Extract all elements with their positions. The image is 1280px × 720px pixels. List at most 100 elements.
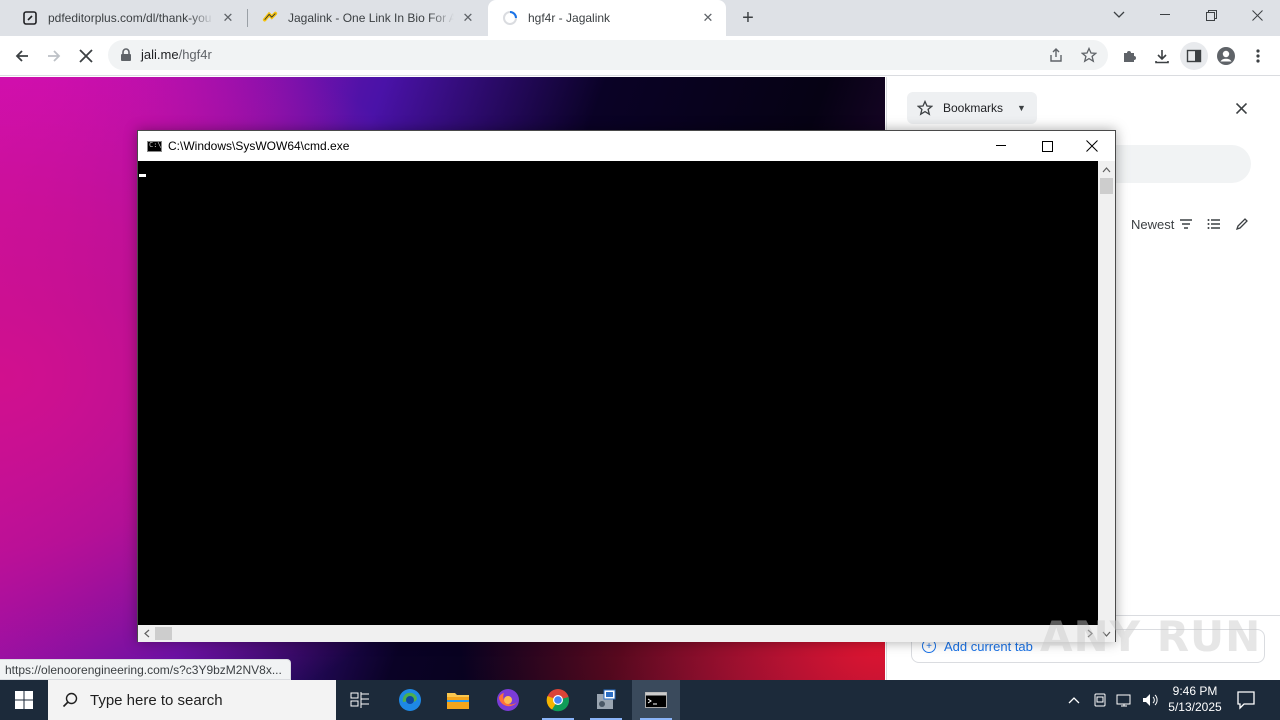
side-panel-button[interactable] <box>1180 42 1208 70</box>
tab-pdfeditor[interactable]: pdfeditorplus.com/dl/thank-you ✕ <box>8 0 246 36</box>
forward-button[interactable] <box>40 42 68 70</box>
volume-icon[interactable] <box>1142 692 1160 708</box>
more-vert-icon <box>1256 49 1260 63</box>
network-icon[interactable] <box>1116 692 1134 708</box>
restore-button[interactable] <box>1188 0 1234 30</box>
extensions-button[interactable] <box>1116 42 1144 70</box>
cmd-window[interactable]: C:\Windows\SysWOW64\cmd.exe <box>137 130 1116 642</box>
taskbar-chrome[interactable] <box>534 680 582 720</box>
share-icon[interactable] <box>1048 47 1064 63</box>
restore-icon <box>1205 9 1217 21</box>
maximize-icon <box>1041 140 1053 152</box>
close-window-button[interactable] <box>1234 0 1280 30</box>
taskbar-file-explorer[interactable] <box>434 680 482 720</box>
notification-icon[interactable] <box>1236 690 1256 710</box>
edge-icon <box>399 689 421 711</box>
taskbar-search-placeholder: Type here to search <box>90 691 223 709</box>
windows-logo-icon <box>15 691 33 709</box>
lock-icon[interactable] <box>120 48 132 62</box>
back-arrow-icon <box>15 50 28 62</box>
stop-icon <box>79 49 93 63</box>
cmd-icon <box>645 692 667 708</box>
search-icon <box>62 692 78 708</box>
task-view-button[interactable] <box>336 680 384 720</box>
jagalink-icon <box>262 10 278 26</box>
close-icon <box>1235 102 1247 114</box>
tab-search-button[interactable] <box>1096 0 1142 30</box>
text-cursor <box>139 174 146 177</box>
sort-icon[interactable] <box>1179 217 1193 231</box>
taskbar-installer-app[interactable] <box>582 680 630 720</box>
stop-loading-button[interactable] <box>72 42 100 70</box>
task-view-icon <box>350 692 369 708</box>
cmd-title-bar[interactable]: C:\Windows\SysWOW64\cmd.exe <box>138 131 1115 161</box>
forward-arrow-icon <box>48 50 61 62</box>
close-tab-icon[interactable]: ✕ <box>220 10 236 26</box>
loading-icon <box>502 10 518 26</box>
url-path: /hgf4r <box>178 47 212 62</box>
taskbar-search-box[interactable]: Type here to search <box>48 680 336 720</box>
pdf-editor-icon <box>22 10 38 26</box>
star-icon <box>917 100 933 116</box>
chevron-down-icon <box>1113 11 1125 18</box>
cmd-console-area[interactable] <box>138 161 1098 625</box>
chrome-menu-button[interactable] <box>1244 42 1272 70</box>
browser-toolbar: jali.me/hgf4r <box>0 36 1280 76</box>
close-tab-icon[interactable]: ✕ <box>460 10 476 26</box>
new-tab-button[interactable]: + <box>736 6 760 30</box>
clock-time: 9:46 PM <box>1172 684 1218 698</box>
tab-strip: pdfeditorplus.com/dl/thank-you ✕ Jagalin… <box>0 0 1280 36</box>
close-icon <box>1251 9 1263 21</box>
scroll-left-icon[interactable] <box>138 625 155 642</box>
vertical-scroll-thumb[interactable] <box>1100 178 1113 194</box>
avatar-icon <box>1217 47 1235 65</box>
list-view-icon[interactable] <box>1207 217 1221 231</box>
cmd-icon <box>147 141 162 152</box>
side-panel-selector[interactable]: Bookmarks ▼ <box>907 92 1037 124</box>
puzzle-icon <box>1124 51 1136 62</box>
minimize-icon <box>996 145 1006 146</box>
chrome-icon <box>546 689 570 712</box>
address-text[interactable]: jali.me/hgf4r <box>141 47 212 62</box>
minimize-button[interactable] <box>1142 0 1188 30</box>
caret-down-icon: ▼ <box>1017 103 1026 113</box>
taskbar-edge[interactable] <box>386 680 434 720</box>
chevron-up-icon[interactable] <box>1068 696 1080 704</box>
cmd-horizontal-scrollbar[interactable] <box>138 625 1098 642</box>
tab-title: Jagalink - One Link In Bio For All <box>288 11 454 25</box>
minimize-icon <box>1160 14 1170 15</box>
horizontal-scroll-thumb[interactable] <box>155 627 172 640</box>
anyrun-watermark: ANY RUN <box>1040 612 1262 661</box>
edit-pencil-icon[interactable] <box>1235 217 1249 231</box>
taskbar-firefox[interactable] <box>484 680 532 720</box>
start-button[interactable] <box>0 680 48 720</box>
downloads-button[interactable] <box>1148 42 1176 70</box>
taskbar-clock[interactable]: 9:46 PM 5/13/2025 <box>1160 683 1230 715</box>
scroll-up-icon[interactable] <box>1098 161 1115 178</box>
firefox-icon <box>497 689 519 711</box>
cmd-minimize-button[interactable] <box>978 131 1024 161</box>
cmd-maximize-button[interactable] <box>1024 131 1070 161</box>
sort-label[interactable]: Newest <box>1131 217 1174 232</box>
tab-jagalink[interactable]: Jagalink - One Link In Bio For All ✕ <box>248 0 486 36</box>
tab-hgf4r[interactable]: hgf4r - Jagalink ✕ <box>488 0 726 36</box>
cmd-vertical-scrollbar[interactable] <box>1098 161 1115 642</box>
back-button[interactable] <box>8 42 36 70</box>
close-icon <box>1086 140 1098 152</box>
tab-title: hgf4r - Jagalink <box>528 11 611 25</box>
clock-date: 5/13/2025 <box>1168 700 1222 714</box>
side-panel-icon <box>1186 49 1202 63</box>
address-bar[interactable]: jali.me/hgf4r <box>108 40 1108 70</box>
cmd-title-text: C:\Windows\SysWOW64\cmd.exe <box>168 139 350 153</box>
download-icon <box>1155 50 1169 64</box>
taskbar-cmd[interactable] <box>632 680 680 720</box>
close-tab-icon[interactable]: ✕ <box>700 10 716 26</box>
device-icon[interactable] <box>1092 692 1108 708</box>
bookmark-star-icon[interactable] <box>1081 47 1097 63</box>
cmd-close-button[interactable] <box>1069 131 1115 161</box>
link-status-bubble: https://olenoorengineering.com/s?c3Y9bzM… <box>0 659 291 680</box>
profile-button[interactable] <box>1212 42 1240 70</box>
close-side-panel-button[interactable] <box>1232 99 1250 117</box>
folder-icon <box>447 693 469 709</box>
installer-icon <box>597 689 616 709</box>
